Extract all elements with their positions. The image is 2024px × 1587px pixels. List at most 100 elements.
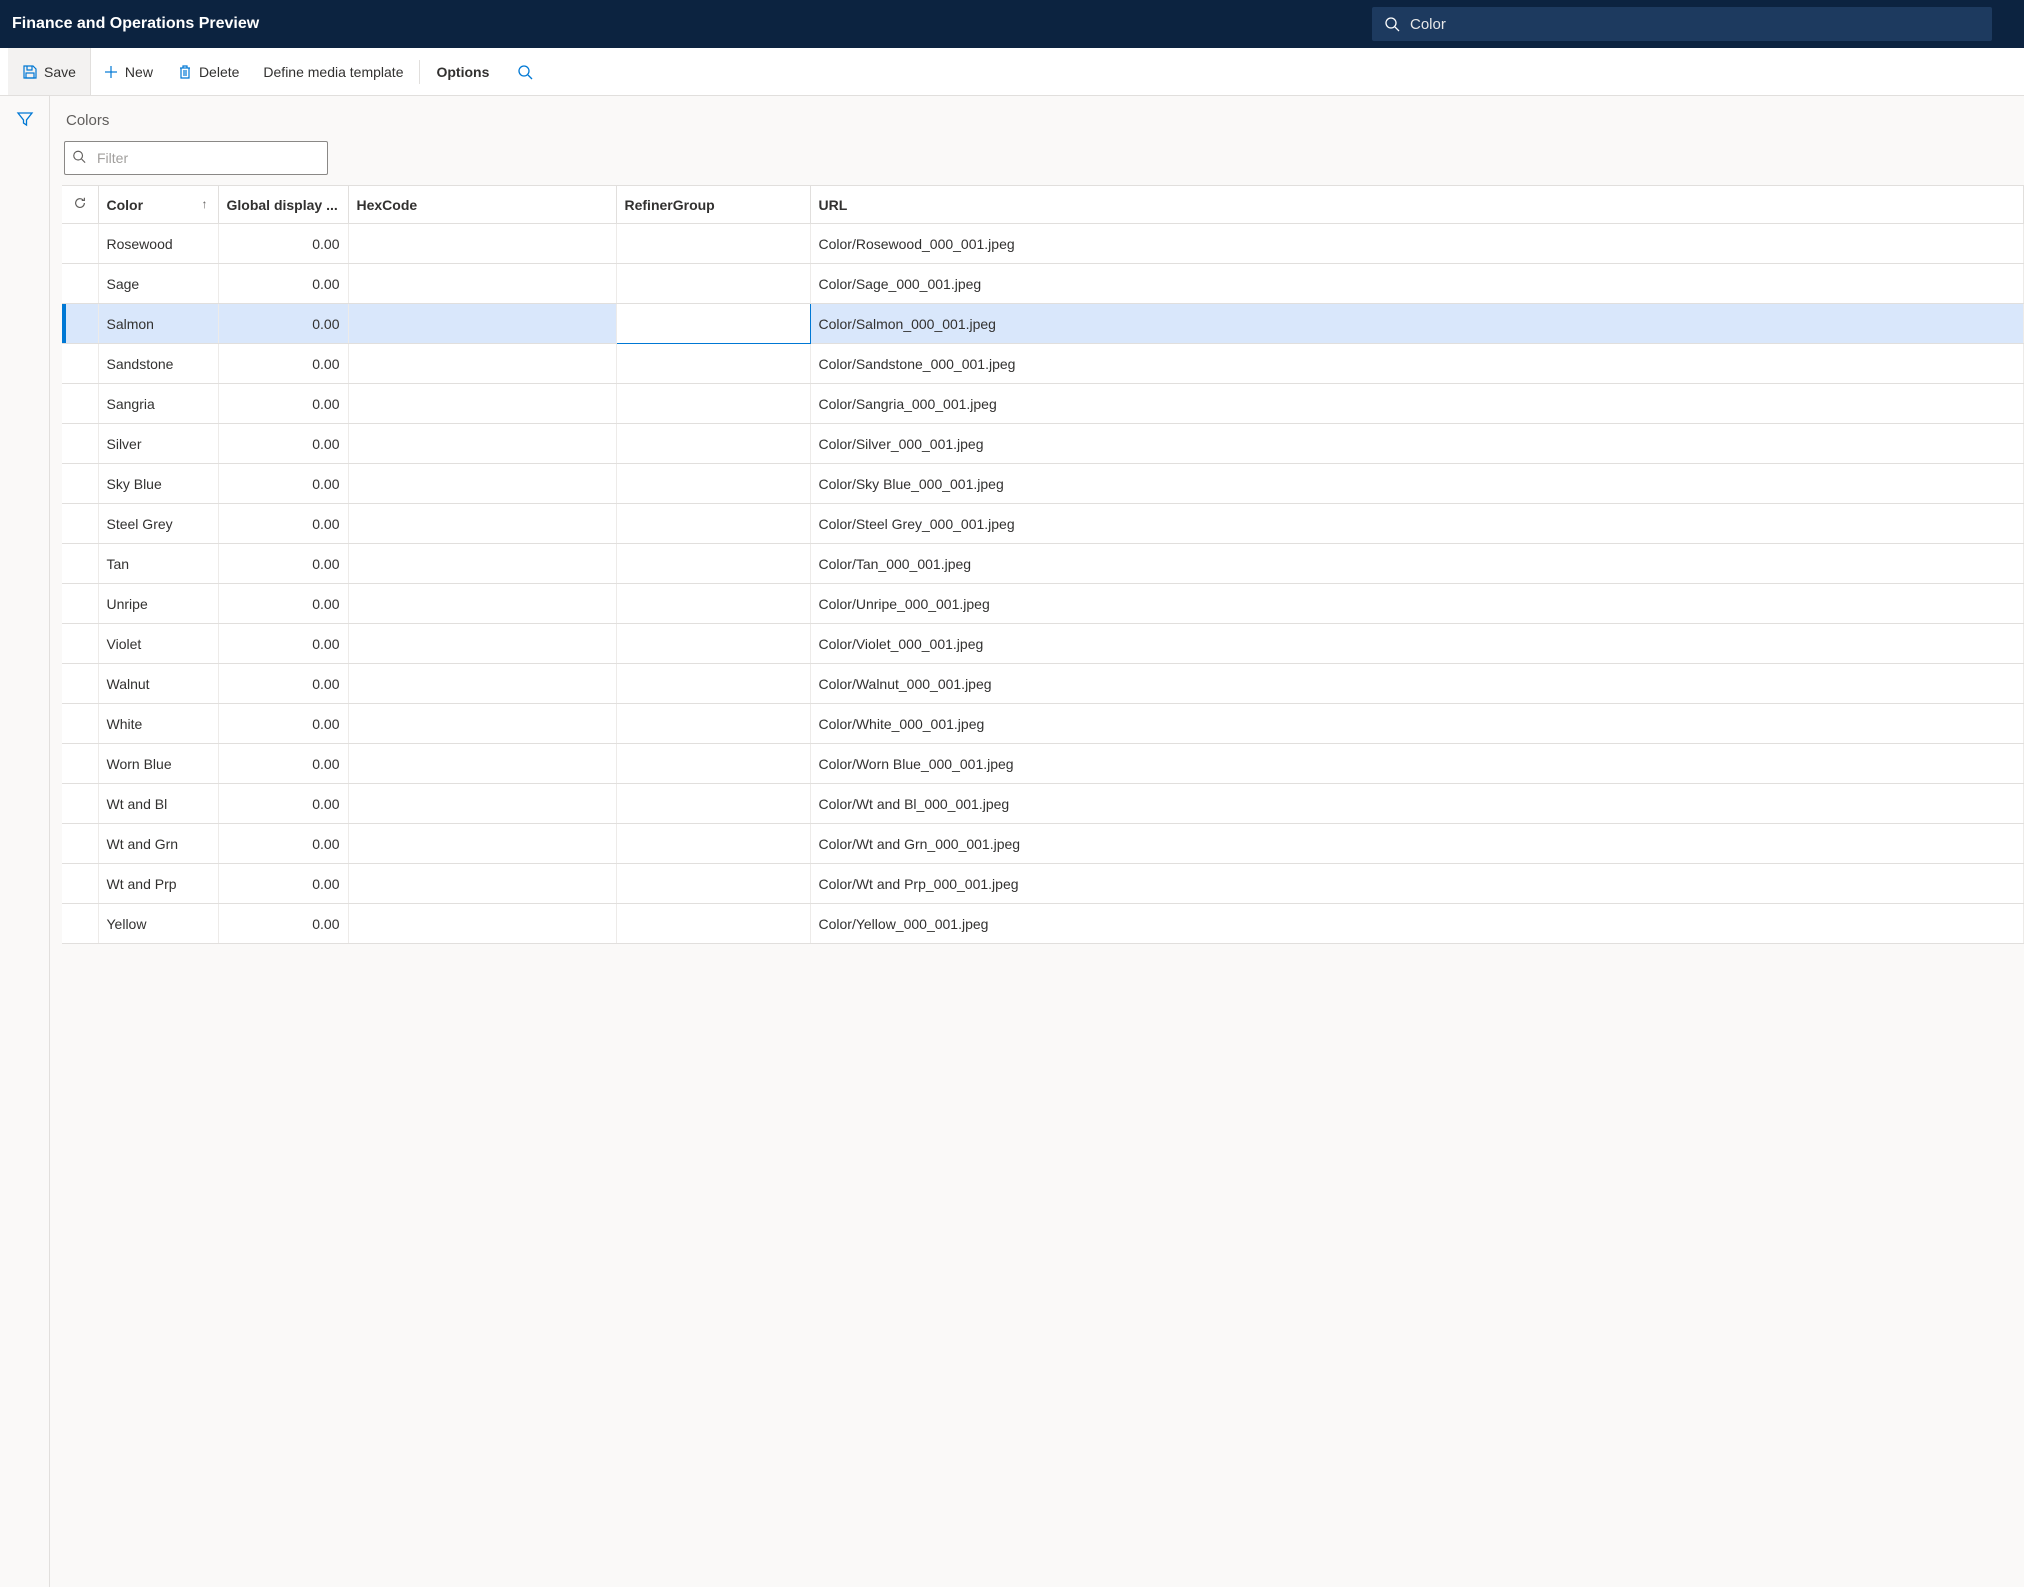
cell-hexcode[interactable] (348, 744, 616, 784)
cell-refiner-group[interactable] (616, 264, 810, 304)
table-row[interactable]: Sangria0.00Color/Sangria_000_001.jpeg (62, 384, 2024, 424)
cell-refiner-group[interactable] (616, 704, 810, 744)
cell-url[interactable]: Color/Tan_000_001.jpeg (810, 544, 2024, 584)
cell-refiner-group[interactable] (616, 424, 810, 464)
cell-url[interactable]: Color/Salmon_000_001.jpeg (810, 304, 2024, 344)
cell-refiner-group[interactable] (616, 224, 810, 264)
cell-global-display[interactable]: 0.00 (218, 224, 348, 264)
cell-color[interactable]: Tan (98, 544, 218, 584)
cell-hexcode[interactable] (348, 224, 616, 264)
cell-color[interactable]: Sangria (98, 384, 218, 424)
cell-color[interactable]: Unripe (98, 584, 218, 624)
cell-color[interactable]: Rosewood (98, 224, 218, 264)
table-row[interactable]: Wt and Grn0.00Color/Wt and Grn_000_001.j… (62, 824, 2024, 864)
row-selector[interactable] (62, 624, 98, 664)
cell-refiner-group[interactable] (616, 384, 810, 424)
options-button[interactable]: Options (424, 48, 501, 95)
cell-refiner-group[interactable] (616, 504, 810, 544)
table-row[interactable]: Violet0.00Color/Violet_000_001.jpeg (62, 624, 2024, 664)
cell-global-display[interactable]: 0.00 (218, 784, 348, 824)
col-hexcode[interactable]: HexCode (348, 186, 616, 224)
cell-global-display[interactable]: 0.00 (218, 504, 348, 544)
cell-hexcode[interactable] (348, 704, 616, 744)
cell-hexcode[interactable] (348, 384, 616, 424)
cell-global-display[interactable]: 0.00 (218, 384, 348, 424)
table-row[interactable]: Sandstone0.00 Color/Sandstone_000_001.jpe… (62, 344, 2024, 384)
row-selector[interactable] (62, 264, 98, 304)
table-row[interactable]: Silver0.00Color/Silver_000_001.jpeg (62, 424, 2024, 464)
cell-url[interactable]: Color/Wt and Bl_000_001.jpeg (810, 784, 2024, 824)
row-selector[interactable] (62, 704, 98, 744)
row-selector[interactable] (62, 864, 98, 904)
cell-color[interactable]: Silver (98, 424, 218, 464)
cell-global-display[interactable]: 0.00 (218, 744, 348, 784)
cell-global-display[interactable]: 0.00 (218, 344, 348, 384)
cell-url[interactable]: Color/Yellow_000_001.jpeg (810, 904, 2024, 944)
cell-url[interactable]: Color/Silver_000_001.jpeg (810, 424, 2024, 464)
cell-refiner-group[interactable] (616, 304, 810, 344)
table-row[interactable]: Steel Grey0.00 Color/Steel Grey_000_001.j… (62, 504, 2024, 544)
row-selector[interactable] (62, 224, 98, 264)
table-row[interactable]: Tan0.00 Color/Tan_000_001.jpeg (62, 544, 2024, 584)
cell-color[interactable]: Wt and Bl (98, 784, 218, 824)
cell-hexcode[interactable] (348, 904, 616, 944)
cell-color[interactable]: Wt and Prp (98, 864, 218, 904)
row-selector[interactable] (62, 664, 98, 704)
define-media-template-button[interactable]: Define media template (251, 48, 415, 95)
cell-color[interactable]: Sandstone (98, 344, 218, 384)
cell-hexcode[interactable] (348, 424, 616, 464)
table-row[interactable]: Sky Blue0.00 Color/Sky Blue_000_001.jpeg (62, 464, 2024, 504)
row-selector[interactable] (62, 344, 98, 384)
cell-hexcode[interactable] (348, 264, 616, 304)
row-selector[interactable] (62, 904, 98, 944)
table-row[interactable]: Rosewood0.00 Color/Rosewood_000_001.jpeg (62, 224, 2024, 264)
cell-url[interactable]: Color/Steel Grey_000_001.jpeg (810, 504, 2024, 544)
cell-global-display[interactable]: 0.00 (218, 824, 348, 864)
cell-refiner-group[interactable] (616, 544, 810, 584)
table-row[interactable]: Sage0.00 Color/Sage_000_001.jpeg (62, 264, 2024, 304)
row-selector[interactable] (62, 304, 98, 344)
cell-color[interactable]: Salmon (98, 304, 218, 344)
row-selector[interactable] (62, 544, 98, 584)
cell-url[interactable]: Color/White_000_001.jpeg (810, 704, 2024, 744)
cell-url[interactable]: Color/Sandstone_000_001.jpeg (810, 344, 2024, 384)
cell-hexcode[interactable] (348, 544, 616, 584)
table-row[interactable]: Walnut0.00Color/Walnut_000_001.jpeg (62, 664, 2024, 704)
cell-color[interactable]: Sage (98, 264, 218, 304)
cell-hexcode[interactable] (348, 344, 616, 384)
table-row[interactable]: Yellow0.00Color/Yellow_000_001.jpeg (62, 904, 2024, 944)
cell-url[interactable]: Color/Wt and Prp_000_001.jpeg (810, 864, 2024, 904)
col-url[interactable]: URL (810, 186, 2024, 224)
table-row[interactable]: White0.00Color/White_000_001.jpeg (62, 704, 2024, 744)
cell-url[interactable]: Color/Unripe_000_001.jpeg (810, 584, 2024, 624)
table-row[interactable]: Wt and Bl0.00 Color/Wt and Bl_000_001.jpe… (62, 784, 2024, 824)
row-selector[interactable] (62, 384, 98, 424)
cell-refiner-group[interactable] (616, 784, 810, 824)
cell-url[interactable]: Color/Sky Blue_000_001.jpeg (810, 464, 2024, 504)
cell-refiner-group[interactable] (616, 584, 810, 624)
table-row[interactable]: Worn Blue0.00Color/Worn Blue_000_001.jpe… (62, 744, 2024, 784)
cell-hexcode[interactable] (348, 624, 616, 664)
cell-color[interactable]: Yellow (98, 904, 218, 944)
row-selector[interactable] (62, 824, 98, 864)
new-button[interactable]: New (91, 48, 165, 95)
cell-url[interactable]: Color/Sage_000_001.jpeg (810, 264, 2024, 304)
cell-global-display[interactable]: 0.00 (218, 464, 348, 504)
cell-color[interactable]: Steel Grey (98, 504, 218, 544)
row-selector[interactable] (62, 504, 98, 544)
cell-global-display[interactable]: 0.00 (218, 584, 348, 624)
row-selector[interactable] (62, 464, 98, 504)
cell-hexcode[interactable] (348, 784, 616, 824)
cell-url[interactable]: Color/Walnut_000_001.jpeg (810, 664, 2024, 704)
col-color[interactable]: Color ↑ (98, 186, 218, 224)
row-selector[interactable] (62, 424, 98, 464)
row-selector[interactable] (62, 784, 98, 824)
row-selector[interactable] (62, 744, 98, 784)
refresh-header[interactable] (62, 186, 98, 224)
cell-color[interactable]: Sky Blue (98, 464, 218, 504)
cell-global-display[interactable]: 0.00 (218, 264, 348, 304)
cell-url[interactable]: Color/Rosewood_000_001.jpeg (810, 224, 2024, 264)
cell-refiner-group[interactable] (616, 624, 810, 664)
cell-global-display[interactable]: 0.00 (218, 544, 348, 584)
cell-hexcode[interactable] (348, 824, 616, 864)
